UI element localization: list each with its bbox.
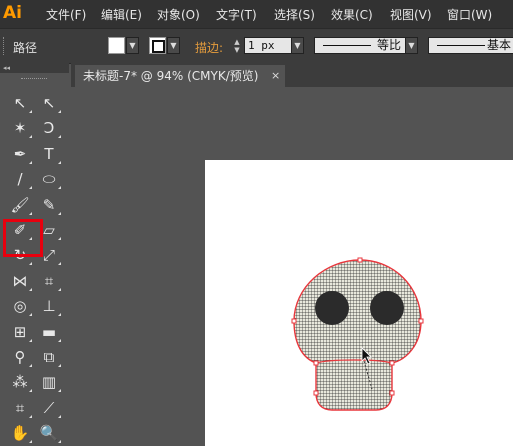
flyout-corner-icon (58, 135, 61, 139)
flyout-corner-icon (29, 262, 32, 266)
flyout-corner-icon (29, 440, 32, 444)
flyout-corner-icon (29, 287, 32, 291)
zoom-tool[interactable]: 🔍 (35, 421, 63, 445)
flyout-corner-icon (58, 338, 61, 342)
menu-effect[interactable]: 效果(C) (331, 6, 373, 23)
flyout-corner-icon (29, 414, 32, 418)
flyout-corner-icon (58, 287, 61, 291)
flyout-corner-icon (58, 110, 61, 113)
pencil-tool[interactable]: ✎ (35, 193, 63, 217)
stroke-dropdown-arrow[interactable]: ▼ (167, 37, 180, 54)
highlight-box (3, 219, 43, 257)
gradient-tool[interactable]: ▬ (35, 320, 63, 344)
magic-wand-tool[interactable]: ✶ (6, 116, 34, 140)
left-eye[interactable] (315, 291, 349, 325)
anchor-point[interactable] (418, 318, 424, 324)
symbol-sprayer-tool[interactable]: ⁂ (6, 370, 34, 394)
flyout-corner-icon (29, 313, 32, 317)
menu-object[interactable]: 对象(O) (157, 6, 200, 23)
anchor-point[interactable] (313, 360, 319, 366)
fill-swatch[interactable] (108, 37, 125, 54)
flyout-corner-icon (29, 160, 32, 164)
flyout-corner-icon (58, 262, 61, 266)
stroke-label[interactable]: 描边: (195, 39, 223, 56)
menu-select[interactable]: 选择(S) (274, 6, 315, 23)
flyout-corner-icon (58, 440, 61, 444)
document-tab-title: 未标题-7* @ 94% (CMYK/预览) (83, 69, 259, 83)
control-bar: 路径 ▼ ▼ 描边: ▲ ▼ 1 px ▼ 等比 ▼ 基本 (0, 28, 513, 64)
menu-edit[interactable]: 编辑(E) (101, 6, 142, 23)
menu-window[interactable]: 窗口(W) (447, 6, 492, 23)
flyout-corner-icon (58, 389, 61, 393)
document-tab-bar: 未标题-7* @ 94% (CMYK/预览) × (71, 63, 513, 87)
brush-line-icon (437, 45, 485, 46)
blend-tool[interactable]: ⧉ (35, 345, 63, 369)
flyout-corner-icon (58, 364, 61, 367)
stroke-weight-dropdown-arrow[interactable]: ▼ (291, 37, 304, 54)
paintbrush-tool[interactable]: 🖌 (6, 193, 34, 217)
variable-width-profile-dropdown-arrow[interactable]: ▼ (405, 37, 418, 54)
collapse-icon[interactable]: ◂◂ (3, 63, 10, 73)
flyout-corner-icon (29, 211, 32, 215)
stroke-swatch-icon (152, 40, 165, 53)
right-eye[interactable] (370, 291, 404, 325)
fill-dropdown-arrow[interactable]: ▼ (126, 37, 139, 54)
variable-width-profile-label: 等比 (377, 38, 402, 52)
anchor-point[interactable] (389, 390, 395, 396)
skull-head[interactable] (293, 259, 422, 411)
flyout-corner-icon (29, 186, 32, 190)
brush-definition[interactable]: 基本 (428, 37, 513, 54)
flyout-corner-icon (58, 313, 61, 317)
menu-type[interactable]: 文字(T) (216, 6, 257, 23)
anchor-point[interactable] (357, 257, 363, 263)
tools-panel-grip[interactable] (21, 78, 47, 81)
close-icon[interactable]: × (271, 65, 280, 87)
app-logo: Ai (3, 3, 22, 23)
document-tab[interactable]: 未标题-7* @ 94% (CMYK/预览) × (75, 65, 285, 87)
perspective-grid-tool[interactable]: ⊥ (35, 294, 63, 318)
menu-view[interactable]: 视图(V) (390, 6, 432, 23)
stroke-weight-input[interactable]: 1 px (244, 37, 292, 54)
anchor-point[interactable] (389, 360, 395, 366)
shape-builder-tool[interactable]: ◎ (6, 294, 34, 318)
anchor-point[interactable] (313, 390, 319, 396)
flyout-corner-icon (58, 237, 61, 240)
column-graph-tool[interactable]: ▥ (35, 370, 63, 394)
flyout-corner-icon (29, 110, 32, 113)
ellipse-tool[interactable]: ⬭ (35, 167, 63, 191)
direct-selection-tool[interactable]: ↖ (35, 91, 63, 115)
type-tool[interactable]: T (35, 142, 63, 166)
selection-tool[interactable]: ↖ (6, 91, 34, 115)
selection-type-label: 路径 (13, 41, 38, 55)
menu-file[interactable]: 文件(F) (46, 6, 86, 23)
anchor-point[interactable] (291, 318, 297, 324)
variable-width-profile[interactable]: 等比 (314, 37, 406, 54)
pen-tool[interactable]: ✒ (6, 142, 34, 166)
lasso-tool[interactable]: Ↄ (35, 116, 63, 140)
control-bar-grip[interactable] (3, 37, 8, 55)
flyout-corner-icon (29, 364, 32, 367)
flyout-corner-icon (58, 211, 61, 215)
artboard-tool[interactable]: ⌗ (6, 396, 34, 420)
flyout-corner-icon (58, 186, 61, 190)
skull-artwork[interactable] (290, 255, 430, 420)
flyout-corner-icon (58, 160, 61, 164)
brush-definition-label: 基本 (487, 38, 512, 52)
flyout-corner-icon (29, 338, 32, 342)
hand-tool[interactable]: ✋ (6, 421, 34, 445)
width-tool[interactable]: ⋈ (6, 269, 34, 293)
eyedropper-tool[interactable]: ⚲ (6, 345, 34, 369)
stroke-swatch[interactable] (149, 37, 166, 54)
menu-bar: Ai 文件(F) 编辑(E) 对象(O) 文字(T) 选择(S) 效果(C) 视… (0, 0, 513, 28)
profile-line-icon (323, 45, 371, 46)
line-segment-tool[interactable]: / (6, 167, 34, 191)
slice-tool[interactable]: ⟋ (35, 396, 63, 420)
flyout-corner-icon (29, 135, 32, 139)
free-transform-tool[interactable]: ⌗ (35, 269, 63, 293)
flyout-corner-icon (58, 414, 61, 418)
tools-panel-header[interactable]: ◂◂ (0, 63, 69, 73)
flyout-corner-icon (29, 389, 32, 393)
stroke-weight-spinner-icon[interactable]: ▲ ▼ (232, 38, 242, 54)
mesh-tool[interactable]: ⊞ (6, 320, 34, 344)
